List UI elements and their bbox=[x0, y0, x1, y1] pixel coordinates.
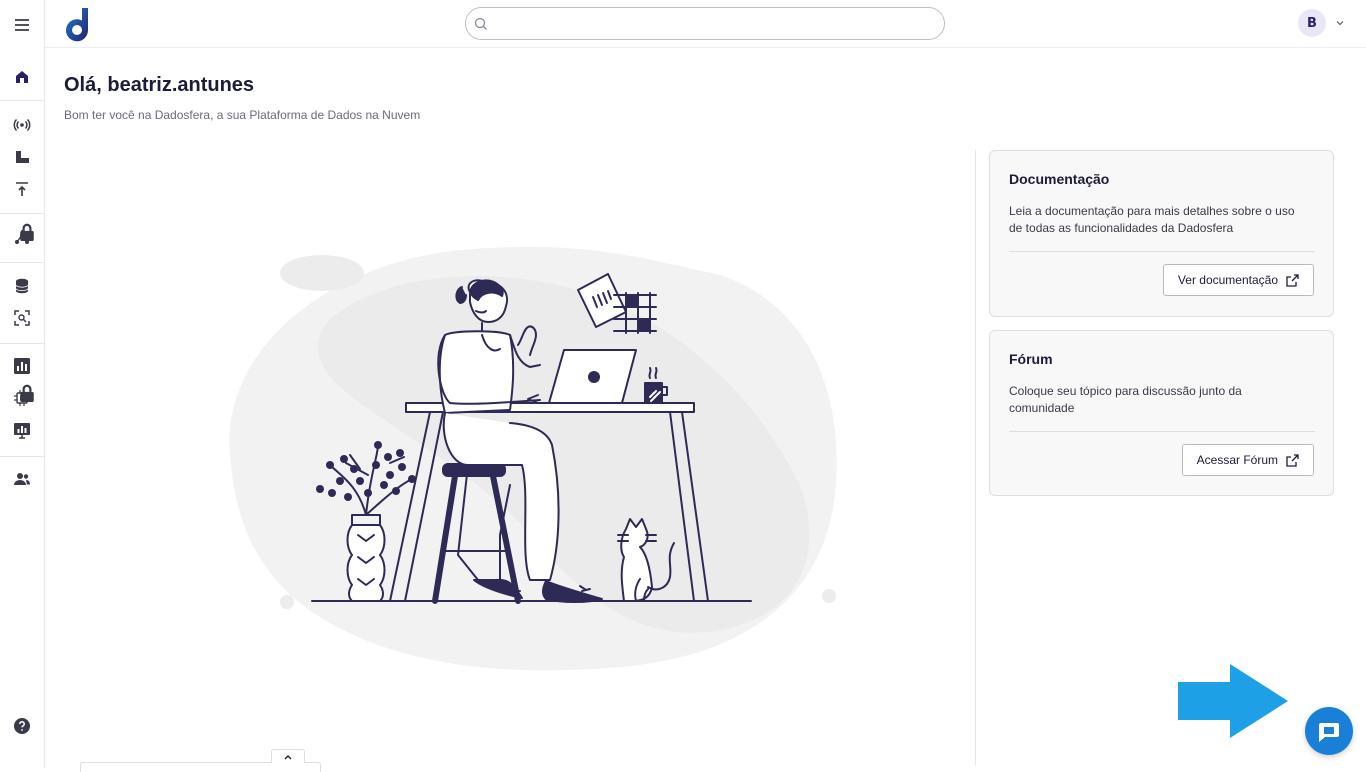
expand-panel-button[interactable] bbox=[271, 749, 305, 763]
card-description: Coloque seu tópico para discussão junto … bbox=[1009, 384, 1242, 415]
search-icon bbox=[474, 17, 487, 30]
analytics-icon[interactable] bbox=[0, 352, 44, 380]
sidebar-divider bbox=[0, 213, 44, 214]
card-description: Leia a documentação para mais detalhes s… bbox=[1009, 204, 1295, 235]
documentation-card: Documentação Leia a documentação para ma… bbox=[989, 150, 1334, 317]
avatar[interactable]: B bbox=[1298, 9, 1326, 37]
sidebar bbox=[0, 0, 45, 768]
card-title: Fórum bbox=[1009, 351, 1053, 367]
collapsed-panel[interactable] bbox=[80, 762, 321, 772]
lineage-icon[interactable] bbox=[0, 223, 44, 251]
lock-icon bbox=[20, 223, 34, 241]
pipelines-icon[interactable] bbox=[0, 143, 44, 171]
upload-icon[interactable] bbox=[0, 175, 44, 203]
dashboard-icon[interactable] bbox=[0, 416, 44, 444]
dadosfera-logo[interactable] bbox=[63, 6, 91, 42]
connections-icon[interactable] bbox=[0, 111, 44, 139]
search-input[interactable] bbox=[488, 8, 944, 39]
sidebar-divider bbox=[0, 343, 44, 344]
forum-card: Fórum Coloque seu tópico para discussão … bbox=[989, 330, 1334, 496]
view-documentation-button[interactable]: Ver documentação bbox=[1162, 264, 1314, 296]
chat-icon bbox=[1319, 723, 1339, 742]
sidebar-divider bbox=[0, 100, 44, 101]
chevron-up-icon bbox=[284, 754, 292, 759]
content-divider bbox=[975, 150, 976, 765]
card-title: Documentação bbox=[1009, 171, 1110, 187]
help-icon[interactable] bbox=[0, 712, 44, 740]
chevron-down-icon[interactable] bbox=[1334, 17, 1346, 29]
page-subtitle: Bom ter você na Dadosfera, a sua Platafo… bbox=[64, 108, 421, 122]
button-label: Acessar Fórum bbox=[1196, 453, 1278, 467]
access-forum-button[interactable]: Acessar Fórum bbox=[1181, 444, 1314, 476]
data-explorer-icon[interactable] bbox=[0, 304, 44, 332]
card-divider bbox=[1009, 431, 1315, 432]
card-divider bbox=[1009, 251, 1315, 252]
external-link-icon bbox=[1286, 453, 1299, 467]
external-link-icon bbox=[1286, 273, 1299, 287]
lock-icon bbox=[20, 384, 34, 402]
intelligence-icon[interactable] bbox=[0, 384, 44, 412]
sidebar-divider bbox=[0, 456, 44, 457]
chat-button[interactable] bbox=[1305, 707, 1353, 755]
home-icon[interactable] bbox=[0, 63, 44, 91]
sidebar-divider bbox=[0, 262, 44, 263]
menu-icon[interactable] bbox=[0, 11, 44, 39]
search-bar[interactable] bbox=[465, 7, 945, 40]
button-label: Ver documentação bbox=[1177, 273, 1278, 287]
arrow-icon bbox=[1178, 664, 1288, 738]
welcome-illustration bbox=[229, 246, 837, 671]
top-bar: B bbox=[45, 0, 1366, 48]
page-title: Olá, beatriz.antunes bbox=[64, 74, 255, 96]
users-icon[interactable] bbox=[0, 465, 44, 493]
database-icon[interactable] bbox=[0, 272, 44, 300]
